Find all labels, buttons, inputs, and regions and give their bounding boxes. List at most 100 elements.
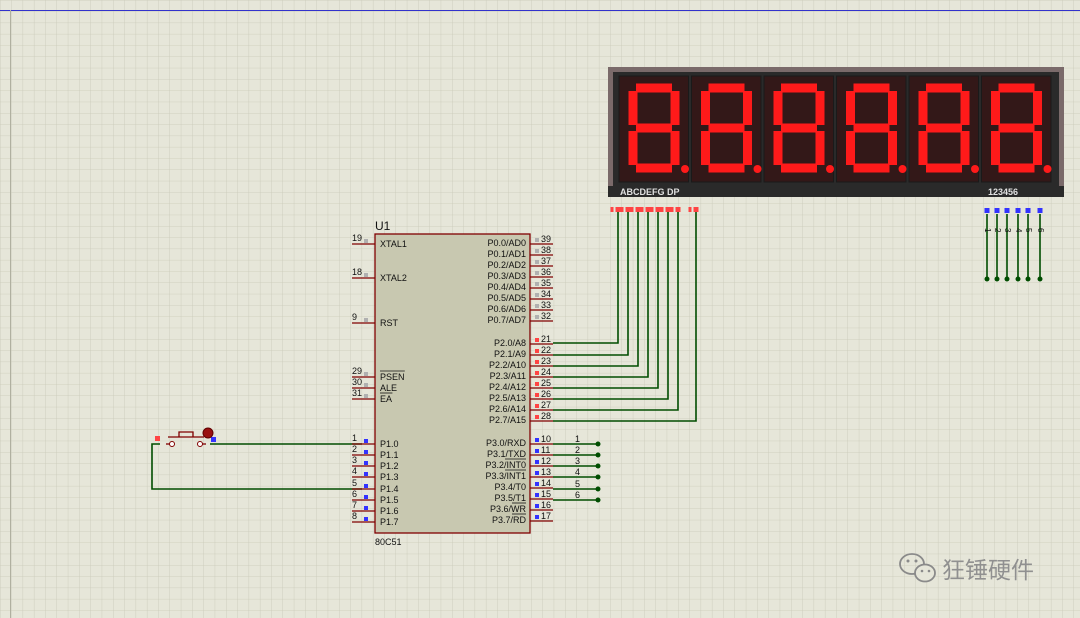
pin-number: 10	[541, 434, 551, 444]
schematic-canvas[interactable]: 1 2 3 4 5 6 U1 80C51 19XTAL118XTAL29RST2…	[0, 0, 1080, 618]
segment-pin[interactable]	[665, 207, 671, 212]
pin-name: P1.6	[380, 506, 399, 516]
seven-segment-digit	[908, 75, 979, 183]
microcontroller-80c51[interactable]: U1 80C51 19XTAL118XTAL29RST29PSEN30ALE31…	[352, 219, 553, 547]
pin-number: 1	[352, 433, 357, 443]
pin-number: 14	[541, 478, 551, 488]
pin-name: RST	[380, 318, 399, 328]
pin-number: 24	[541, 367, 551, 377]
pin-name: P0.6/AD6	[487, 304, 526, 314]
pin-name: P3.2/INT0	[485, 460, 526, 470]
net-label: 3	[575, 456, 580, 466]
pin-number: 2	[352, 444, 357, 454]
pin-name: P0.5/AD5	[487, 293, 526, 303]
pin-number: 39	[541, 234, 551, 244]
pin-name: P1.5	[380, 495, 399, 505]
pin-number: 16	[541, 500, 551, 510]
pin-number: 3	[352, 455, 357, 465]
pin-marker	[155, 436, 160, 441]
digit-select-pin[interactable]	[984, 208, 990, 213]
pin-name: P3.4/T0	[494, 482, 526, 492]
seven-segment-digit	[618, 75, 689, 183]
pin-number: 37	[541, 256, 551, 266]
pin-number: 22	[541, 345, 551, 355]
pin-number: 27	[541, 400, 551, 410]
pin-number: 12	[541, 456, 551, 466]
pin-name: P2.4/A12	[489, 382, 526, 392]
digit-select-pin[interactable]	[994, 208, 1000, 213]
pin-name: P1.2	[380, 461, 399, 471]
pin-number: 15	[541, 489, 551, 499]
pin-number: 7	[352, 500, 357, 510]
pin-name: P2.1/A9	[494, 349, 526, 359]
chip-ref: U1	[375, 219, 391, 233]
pin-name: P2.0/A8	[494, 338, 526, 348]
pin-name: ALE	[380, 383, 397, 393]
watermark-text: 狂锤硬件	[942, 557, 1034, 583]
pin-name: PSEN	[380, 372, 405, 382]
segment-pin[interactable]	[675, 207, 681, 212]
pin-number: 26	[541, 389, 551, 399]
digit-select-label: 5	[1024, 228, 1033, 233]
pin-number: 8	[352, 511, 357, 521]
pin-number: 5	[352, 478, 357, 488]
pin-number: 11	[541, 445, 550, 455]
pin-number: 18	[352, 267, 362, 277]
segment-pin[interactable]	[655, 207, 661, 212]
decimal-point	[971, 165, 979, 173]
pin-name: P0.0/AD0	[487, 238, 526, 248]
pin-number: 29	[352, 366, 362, 376]
net-label: 2	[575, 445, 580, 455]
decimal-point	[1043, 165, 1052, 173]
pin-name: P0.3/AD3	[487, 271, 526, 281]
pin-marker	[211, 437, 216, 442]
segment-pin[interactable]	[625, 207, 631, 212]
segment-label: ABCDEFG DP	[620, 187, 680, 197]
pin-number: 36	[541, 267, 551, 277]
pin-name: P2.6/A14	[489, 404, 526, 414]
pin-name: P3.7/RD	[492, 515, 527, 525]
digit-label: 123456	[988, 187, 1018, 197]
pin-name: P0.4/AD4	[487, 282, 526, 292]
decimal-point	[753, 165, 762, 173]
pin-number: 31	[352, 388, 362, 398]
decimal-point	[898, 165, 907, 173]
pin-number: 23	[541, 356, 551, 366]
seven-segment-digit	[981, 75, 1052, 183]
segment-pin[interactable]	[635, 207, 641, 212]
decimal-point	[826, 165, 834, 173]
pin-name: P2.7/A15	[489, 415, 526, 425]
pin-name: P2.2/A10	[489, 360, 526, 370]
segment-pin[interactable]	[645, 207, 651, 212]
pin-number: 6	[352, 489, 357, 499]
digit-select-pin[interactable]	[1037, 208, 1043, 213]
button-actuator[interactable]	[202, 427, 214, 439]
chip-part: 80C51	[375, 537, 402, 547]
pin-number: 34	[541, 289, 551, 299]
segment-pin[interactable]	[615, 207, 621, 212]
pin-name: XTAL2	[380, 273, 407, 283]
pin-name: P3.0/RXD	[486, 438, 527, 448]
pin-name: P0.7/AD7	[487, 315, 526, 325]
digit-select-label: 4	[1014, 228, 1023, 233]
pin-name: P2.3/A11	[490, 371, 526, 381]
pin-number: 13	[541, 467, 551, 477]
pin-number: 33	[541, 300, 551, 310]
pin-name: P3.6/WR	[490, 504, 527, 514]
pin-name: P2.5/A13	[489, 393, 526, 403]
pin-number: 38	[541, 245, 551, 255]
pin-number: 35	[541, 278, 551, 288]
digit-select-pin[interactable]	[1004, 208, 1010, 213]
digit-select-pin[interactable]	[1015, 208, 1021, 213]
pin-number: 4	[352, 466, 357, 476]
pin-name: EA	[380, 394, 392, 404]
pin-number: 21	[541, 334, 551, 344]
digit-select-pin[interactable]	[1025, 208, 1031, 213]
segment-pin[interactable]	[693, 207, 699, 212]
pin-name: P1.7	[380, 517, 399, 527]
pin-name: P3.1/TXD	[487, 449, 527, 459]
pin-number: 25	[541, 378, 551, 388]
net-label: 5	[575, 479, 580, 489]
seven-segment-digit	[691, 75, 762, 183]
pin-number: 32	[541, 311, 551, 321]
